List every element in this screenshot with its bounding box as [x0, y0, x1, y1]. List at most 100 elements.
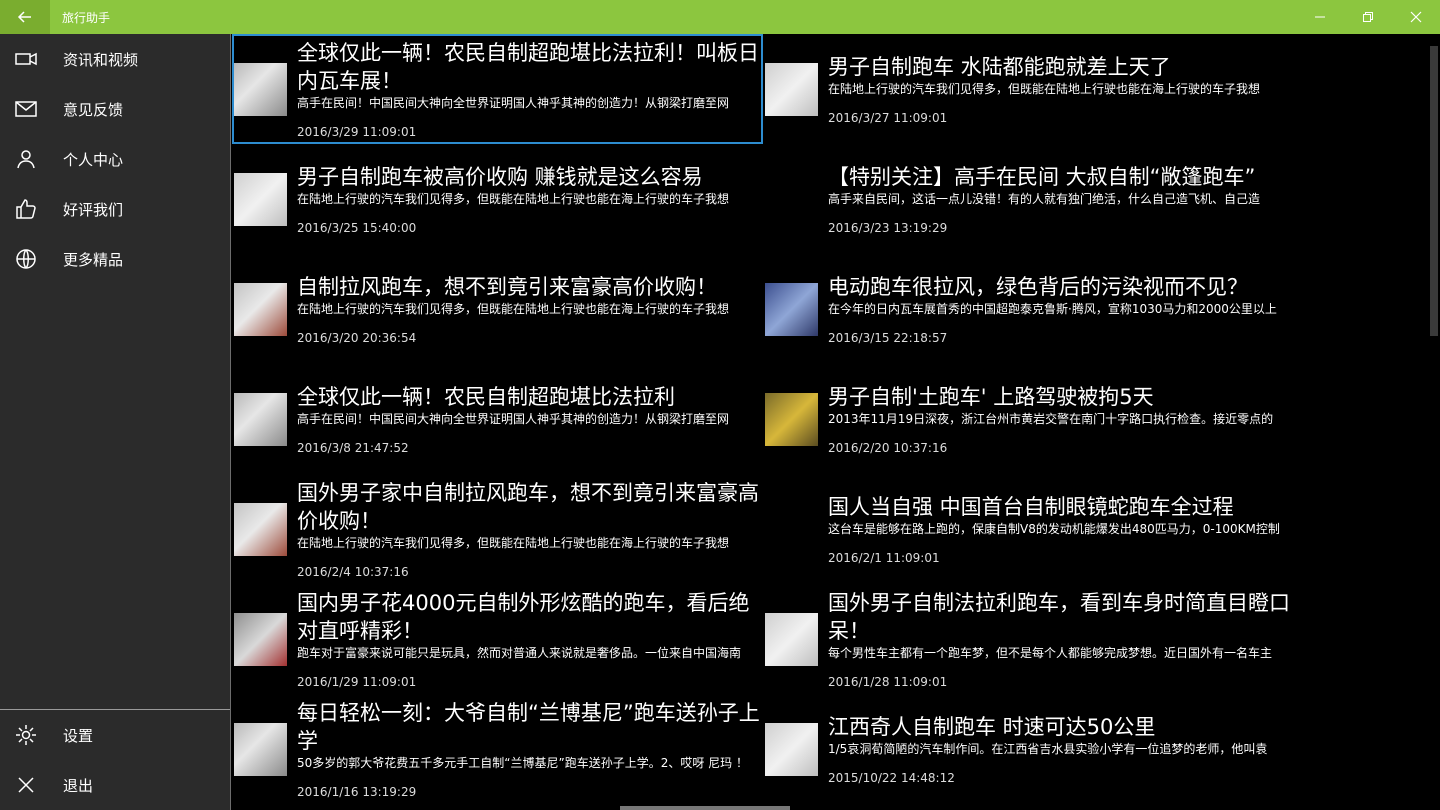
article-text: 每日轻松一刻：大爷自制“兰博基尼”跑车送孙子上学 50多岁的郭大爷花费五千多元手工… [297, 699, 760, 799]
sidebar-item-news-video[interactable]: 资讯和视频 [0, 34, 230, 84]
sidebar-item-profile[interactable]: 个人中心 [0, 134, 230, 184]
person-icon [14, 147, 38, 171]
article-text: 自制拉风跑车，想不到竟引来富豪高价收购！ 在陆地上行驶的汽车我们见得多，但既能在陆… [297, 273, 760, 345]
article-text: 国外男子自制法拉利跑车，看到车身时简直目瞪口呆！ 每个男性车主都有一个跑车梦，但不… [828, 589, 1291, 689]
sidebar-item-settings[interactable]: 设置 [0, 710, 230, 760]
article-date: 2016/3/23 13:19:29 [828, 221, 948, 235]
restore-button[interactable] [1344, 0, 1392, 34]
article-date: 2016/3/27 11:09:01 [828, 111, 948, 125]
scroll-thumb[interactable] [1430, 46, 1438, 336]
article-thumbnail [765, 392, 818, 446]
article-card[interactable]: 自制拉风跑车，想不到竟引来富豪高价收购！ 在陆地上行驶的汽车我们见得多，但既能在陆… [232, 254, 763, 364]
sidebar-item-exit[interactable]: 退出 [0, 760, 230, 810]
back-arrow-icon [17, 11, 31, 23]
article-card[interactable]: 男子自制跑车 水陆都能跑就差上天了 在陆地上行驶的汽车我们见得多，但既能在陆地上行… [763, 34, 1294, 144]
article-date: 2015/10/22 14:48:12 [828, 771, 955, 785]
article-text: 国内男子花4000元自制外形炫酷的跑车，看后绝对直呼精彩！ 跑车对于富豪来说可能只… [297, 589, 760, 689]
article-text: 男子自制'土跑车' 上路驾驶被拘5天 2013年11月19日深夜，浙江台州市黄岩交… [828, 383, 1291, 455]
article-date: 2016/3/20 20:36:54 [297, 331, 417, 345]
video-icon [14, 47, 38, 71]
sidebar-item-more-apps[interactable]: 更多精品 [0, 234, 230, 284]
close-icon [14, 773, 38, 797]
article-grid: 全球仅此一辆！农民自制超跑堪比法拉利！叫板日内瓦车展！ 高手在民间！中国民间大神向… [232, 34, 1428, 804]
article-card[interactable]: 国外男子自制法拉利跑车，看到车身时简直目瞪口呆！ 每个男性车主都有一个跑车梦，但不… [763, 584, 1294, 694]
minimize-button[interactable] [1296, 0, 1344, 34]
article-summary: 在陆地上行驶的汽车我们见得多，但既能在陆地上行驶也能在海上行驶的车子我想 [297, 536, 730, 550]
article-card[interactable]: 国外男子家中自制拉风跑车，想不到竟引来富豪高价收购！ 在陆地上行驶的汽车我们见得多… [232, 474, 763, 584]
article-thumbnail [234, 392, 287, 446]
article-thumbnail [765, 722, 818, 776]
article-summary: 这台车是能够在路上跑的，保康自制V8的发动机能爆发出480匹马力，0-100KM… [828, 522, 1280, 536]
article-card[interactable]: 男子自制'土跑车' 上路驾驶被拘5天 2013年11月19日深夜，浙江台州市黄岩交… [763, 364, 1294, 474]
article-headline: 国外男子自制法拉利跑车，看到车身时简直目瞪口呆！ [828, 591, 1290, 643]
article-date: 2016/3/25 15:40:00 [297, 221, 417, 235]
article-summary: 跑车对于富豪来说可能只是玩具，然而对普通人来说就是奢侈品。一位来自中国海南 [297, 646, 742, 660]
article-thumbnail [234, 62, 287, 116]
article-thumbnail [234, 722, 287, 776]
window-controls [1296, 0, 1440, 34]
article-card[interactable]: 【特别关注】高手在民间 大叔自制“敞篷跑车” 高手来自民间，这话一点儿没错！有的人… [763, 144, 1294, 254]
article-date: 2016/3/8 21:47:52 [297, 441, 409, 455]
article-summary: 1/5哀洞荀简陋的汽车制作间。在江西省吉水县实验小学有一位追梦的老师，他叫袁 [828, 742, 1268, 756]
article-date: 2016/1/16 13:19:29 [297, 785, 417, 799]
article-thumbnail [234, 282, 287, 336]
article-summary: 2013年11月19日深夜，浙江台州市黄岩交警在南门十字路口执行检查。接近零点的 [828, 412, 1274, 426]
title-bar: 旅行助手 [0, 0, 1440, 34]
article-card[interactable]: 国人当自强 中国首台自制眼镜蛇跑车全过程这台车是能够在路上跑的，保康自制V8的发… [763, 474, 1294, 584]
article-text: 全球仅此一辆！农民自制超跑堪比法拉利！叫板日内瓦车展！ 高手在民间！中国民间大神向… [297, 39, 760, 139]
gear-icon [14, 723, 38, 747]
article-summary: 在陆地上行驶的汽车我们见得多，但既能在陆地上行驶也能在海上行驶的车子我想 [297, 302, 730, 316]
back-button[interactable] [0, 0, 50, 34]
article-card[interactable]: 电动跑车很拉风，绿色背后的污染视而不见？ 在今年的日内瓦车展首秀的中国超跑泰克鲁斯… [763, 254, 1294, 364]
article-headline: 男子自制跑车被高价收购 赚钱就是这么容易 [297, 165, 703, 189]
article-card[interactable]: 江西奇人自制跑车 时速可达50公里 1/5哀洞荀简陋的汽车制作间。在江西省吉水县实… [763, 694, 1294, 804]
article-thumbnail [234, 172, 287, 226]
vertical-scrollbar[interactable] [1428, 34, 1440, 810]
article-card[interactable]: 全球仅此一辆！农民自制超跑堪比法拉利 高手在民间！中国民间大神向全世界证明国人神乎… [232, 364, 763, 474]
close-window-button[interactable] [1392, 0, 1440, 34]
article-summary: 每个男性车主都有一个跑车梦，但不是每个人都能够完成梦想。近日国外有一名车主 [828, 646, 1273, 660]
horizontal-scrollbar[interactable] [620, 806, 790, 810]
thumbs-up-icon [14, 197, 38, 221]
article-date: 2016/1/28 11:09:01 [828, 675, 948, 689]
sidebar-item-label: 意见反馈 [63, 100, 124, 119]
sidebar-item-label: 好评我们 [63, 200, 124, 219]
article-thumbnail [765, 173, 818, 226]
article-card[interactable]: 男子自制跑车被高价收购 赚钱就是这么容易在陆地上行驶的汽车我们见得多，但既能在陆… [232, 144, 763, 254]
sidebar: 资讯和视频 意见反馈 个人中心 好评我们 更多精品 设置 退出 [0, 34, 231, 810]
app-title: 旅行助手 [62, 10, 111, 25]
article-headline: 每日轻松一刻：大爷自制“兰博基尼”跑车送孙子上学 [297, 701, 760, 753]
sidebar-item-label: 个人中心 [63, 150, 124, 169]
restore-icon [1363, 12, 1373, 22]
article-thumbnail [234, 612, 287, 666]
article-summary: 在今年的日内瓦车展首秀的中国超跑泰克鲁斯·腾风，宣称1030马力和2000公里以… [828, 302, 1277, 316]
sidebar-item-label: 退出 [63, 776, 94, 795]
article-text: 全球仅此一辆！农民自制超跑堪比法拉利 高手在民间！中国民间大神向全世界证明国人神乎… [297, 383, 760, 455]
sidebar-bottom: 设置 退出 [0, 709, 230, 810]
article-card[interactable]: 全球仅此一辆！农民自制超跑堪比法拉利！叫板日内瓦车展！ 高手在民间！中国民间大神向… [232, 34, 763, 144]
article-headline: 国人当自强 中国首台自制眼镜蛇跑车全过程 [828, 495, 1234, 519]
article-headline: 江西奇人自制跑车 时速可达50公里 [828, 715, 1156, 739]
sidebar-item-feedback[interactable]: 意见反馈 [0, 84, 230, 134]
minimize-icon [1315, 16, 1325, 18]
article-date: 2016/3/15 22:18:57 [828, 331, 948, 345]
article-headline: 全球仅此一辆！农民自制超跑堪比法拉利 [297, 385, 675, 409]
sidebar-item-label: 设置 [63, 726, 94, 745]
sidebar-item-rate-us[interactable]: 好评我们 [0, 184, 230, 234]
article-text: 【特别关注】高手在民间 大叔自制“敞篷跑车” 高手来自民间，这话一点儿没错！有的人… [828, 163, 1291, 235]
article-date: 2016/2/4 10:37:16 [297, 565, 409, 579]
article-list: 全球仅此一辆！农民自制超跑堪比法拉利！叫板日内瓦车展！ 高手在民间！中国民间大神向… [232, 34, 1428, 810]
article-card[interactable]: 国内男子花4000元自制外形炫酷的跑车，看后绝对直呼精彩！ 跑车对于富豪来说可能只… [232, 584, 763, 694]
article-text: 男子自制跑车 水陆都能跑就差上天了 在陆地上行驶的汽车我们见得多，但既能在陆地上行… [828, 53, 1291, 125]
article-date: 2016/2/1 11:09:01 [828, 551, 940, 565]
article-card[interactable]: 每日轻松一刻：大爷自制“兰博基尼”跑车送孙子上学 50多岁的郭大爷花费五千多元手工… [232, 694, 763, 804]
article-summary: 50多岁的郭大爷花费五千多元手工自制“兰博基尼”跑车送孙子上学。2、哎呀 尼玛 … [297, 756, 748, 770]
article-headline: 男子自制'土跑车' 上路驾驶被拘5天 [828, 385, 1154, 409]
close-window-icon [1410, 11, 1422, 23]
article-date: 2016/2/20 10:37:16 [828, 441, 948, 455]
article-text: 江西奇人自制跑车 时速可达50公里 1/5哀洞荀简陋的汽车制作间。在江西省吉水县实… [828, 713, 1291, 785]
article-text: 国人当自强 中国首台自制眼镜蛇跑车全过程这台车是能够在路上跑的，保康自制V8的发… [828, 493, 1291, 565]
article-headline: 自制拉风跑车，想不到竟引来富豪高价收购！ [297, 275, 717, 299]
article-text: 男子自制跑车被高价收购 赚钱就是这么容易在陆地上行驶的汽车我们见得多，但既能在陆… [297, 163, 760, 235]
article-summary: 在陆地上行驶的汽车我们见得多，但既能在陆地上行驶也能在海上行驶的车子我想 [297, 192, 730, 206]
